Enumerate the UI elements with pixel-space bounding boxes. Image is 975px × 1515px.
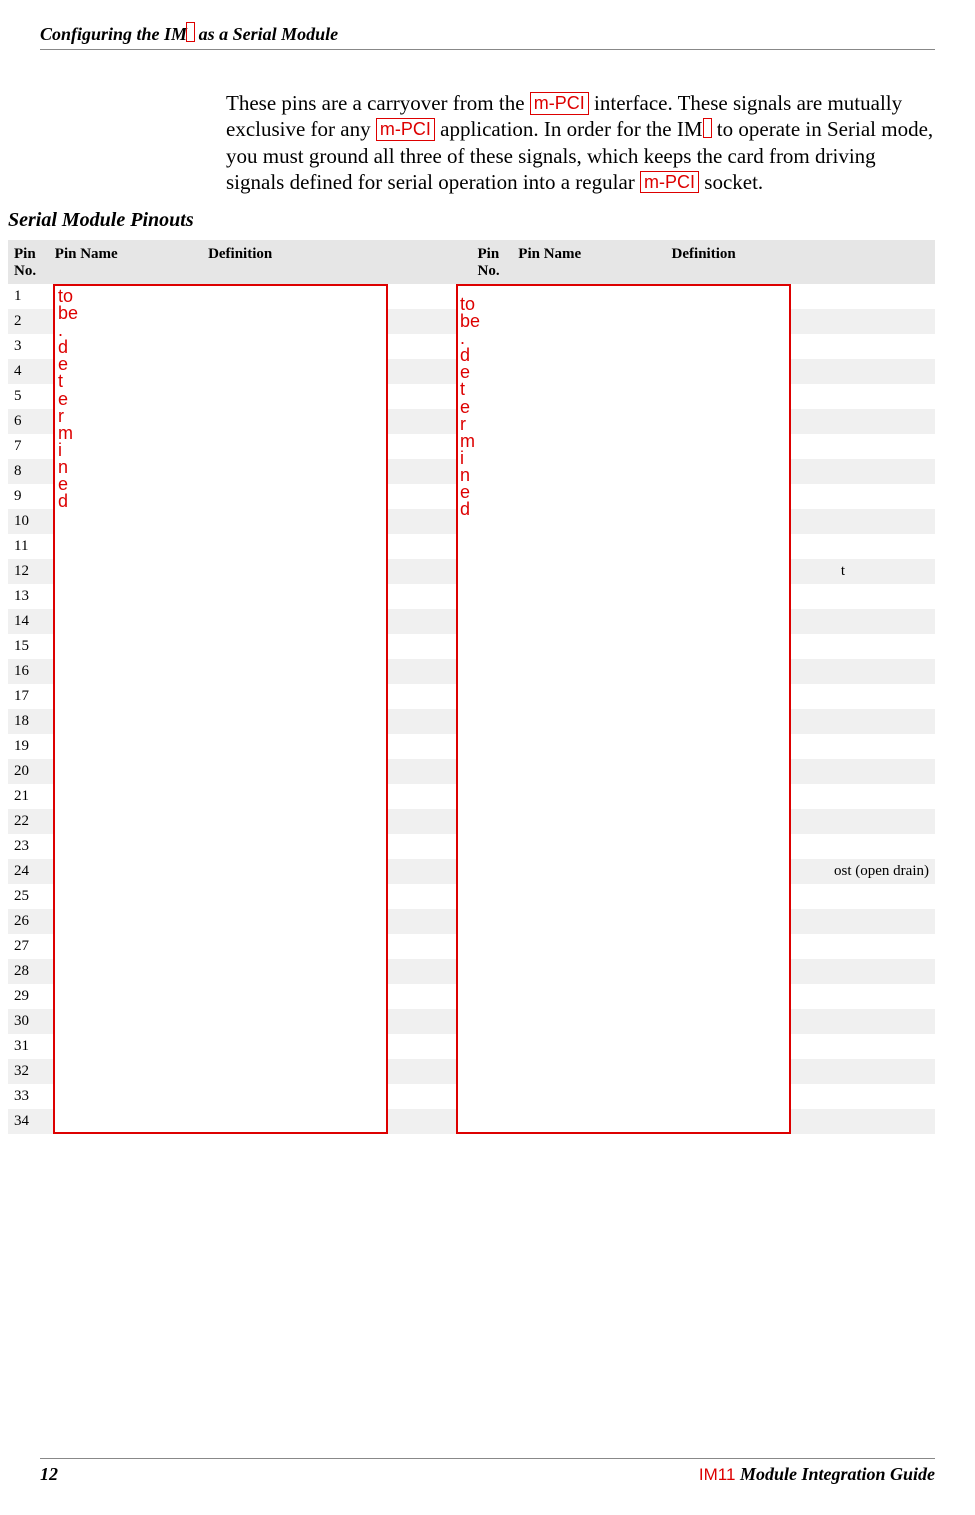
redaction-overlay-left [53, 284, 388, 1134]
th-definition-left: Definition [202, 240, 471, 284]
cell-pin-no: 25 [8, 884, 49, 909]
para-text-1: These pins are a carryover from the [226, 91, 530, 115]
cell-pin-no: 33 [8, 1084, 49, 1109]
cell-pin-no: 26 [8, 909, 49, 934]
header-divider [40, 49, 935, 50]
cell-pin-no: 6 [8, 409, 49, 434]
cell-pin-no: 3 [8, 334, 49, 359]
tbd-label-left: tobe. determined [58, 288, 78, 510]
cell-pin-no: 28 [8, 959, 49, 984]
cell-pin-no: 18 [8, 709, 49, 734]
footer-guide: IM11 Module Integration Guide [699, 1464, 935, 1485]
cell-pin-no: 23 [8, 834, 49, 859]
para-text-5: socket. [699, 170, 763, 194]
cell-pin-no: 12 [8, 559, 49, 584]
th-pin-name-left: Pin Name [49, 240, 202, 284]
th-definition-right: Definition [666, 240, 935, 284]
header-prefix: Configuring the IM [40, 24, 187, 44]
cell-pin-no: 31 [8, 1034, 49, 1059]
cell-pin-no: 20 [8, 759, 49, 784]
cell-pin-no: 29 [8, 984, 49, 1009]
cell-pin-no: 9 [8, 484, 49, 509]
pinout-table-wrap: Pin No. Pin Name Definition Pin No. Pin … [8, 240, 935, 1134]
cell-pin-no: 21 [8, 784, 49, 809]
footer: 12 IM11 Module Integration Guide [0, 1458, 975, 1485]
cell-pin-no: 16 [8, 659, 49, 684]
cell-pin-no: 24 [8, 859, 49, 884]
cell-pin-no: 13 [8, 584, 49, 609]
cell-pin-no: 7 [8, 434, 49, 459]
section-heading: Serial Module Pinouts [8, 209, 975, 232]
cell-pin-no: 30 [8, 1009, 49, 1034]
cell-pin-no: 10 [8, 509, 49, 534]
header-suffix: as a Serial Module [194, 24, 338, 44]
cell-pin-no: 34 [8, 1109, 49, 1134]
im-redbox-icon [703, 118, 712, 138]
cell-pin-no: 17 [8, 684, 49, 709]
cell-pin-no: 27 [8, 934, 49, 959]
running-header: Configuring the IM as a Serial Module [0, 0, 975, 45]
table-header-row: Pin No. Pin Name Definition Pin No. Pin … [8, 240, 935, 284]
cell-pin-no: 2 [8, 309, 49, 334]
cell-pin-no: 5 [8, 384, 49, 409]
cell-pin-no: 19 [8, 734, 49, 759]
tbd-label-right: tobe. determined [460, 296, 480, 518]
footer-guide-text: Module Integration Guide [735, 1464, 935, 1484]
cell-pin-no: 11 [8, 534, 49, 559]
mpci-label-1: m-PCI [530, 92, 589, 115]
th-pin-name-right: Pin Name [512, 240, 665, 284]
cell-pin-no: 1 [8, 284, 49, 309]
footer-divider [40, 1458, 935, 1459]
cell-pin-no: 15 [8, 634, 49, 659]
mpci-label-3: m-PCI [640, 171, 699, 194]
page-number: 12 [40, 1464, 58, 1485]
th-pin-no-left: Pin No. [8, 240, 49, 284]
footer-im11: IM11 [699, 1465, 736, 1484]
mpci-label-2: m-PCI [376, 118, 435, 141]
th-pin-no-right: Pin No. [471, 240, 512, 284]
cell-pin-no: 4 [8, 359, 49, 384]
redaction-overlay-right [456, 284, 791, 1134]
cell-pin-no: 8 [8, 459, 49, 484]
body-paragraph: These pins are a carryover from the m-PC… [226, 90, 935, 195]
cell-pin-no: 14 [8, 609, 49, 634]
cell-pin-no: 32 [8, 1059, 49, 1084]
para-text-3: application. In order for the IM [435, 117, 703, 141]
cell-pin-no: 22 [8, 809, 49, 834]
